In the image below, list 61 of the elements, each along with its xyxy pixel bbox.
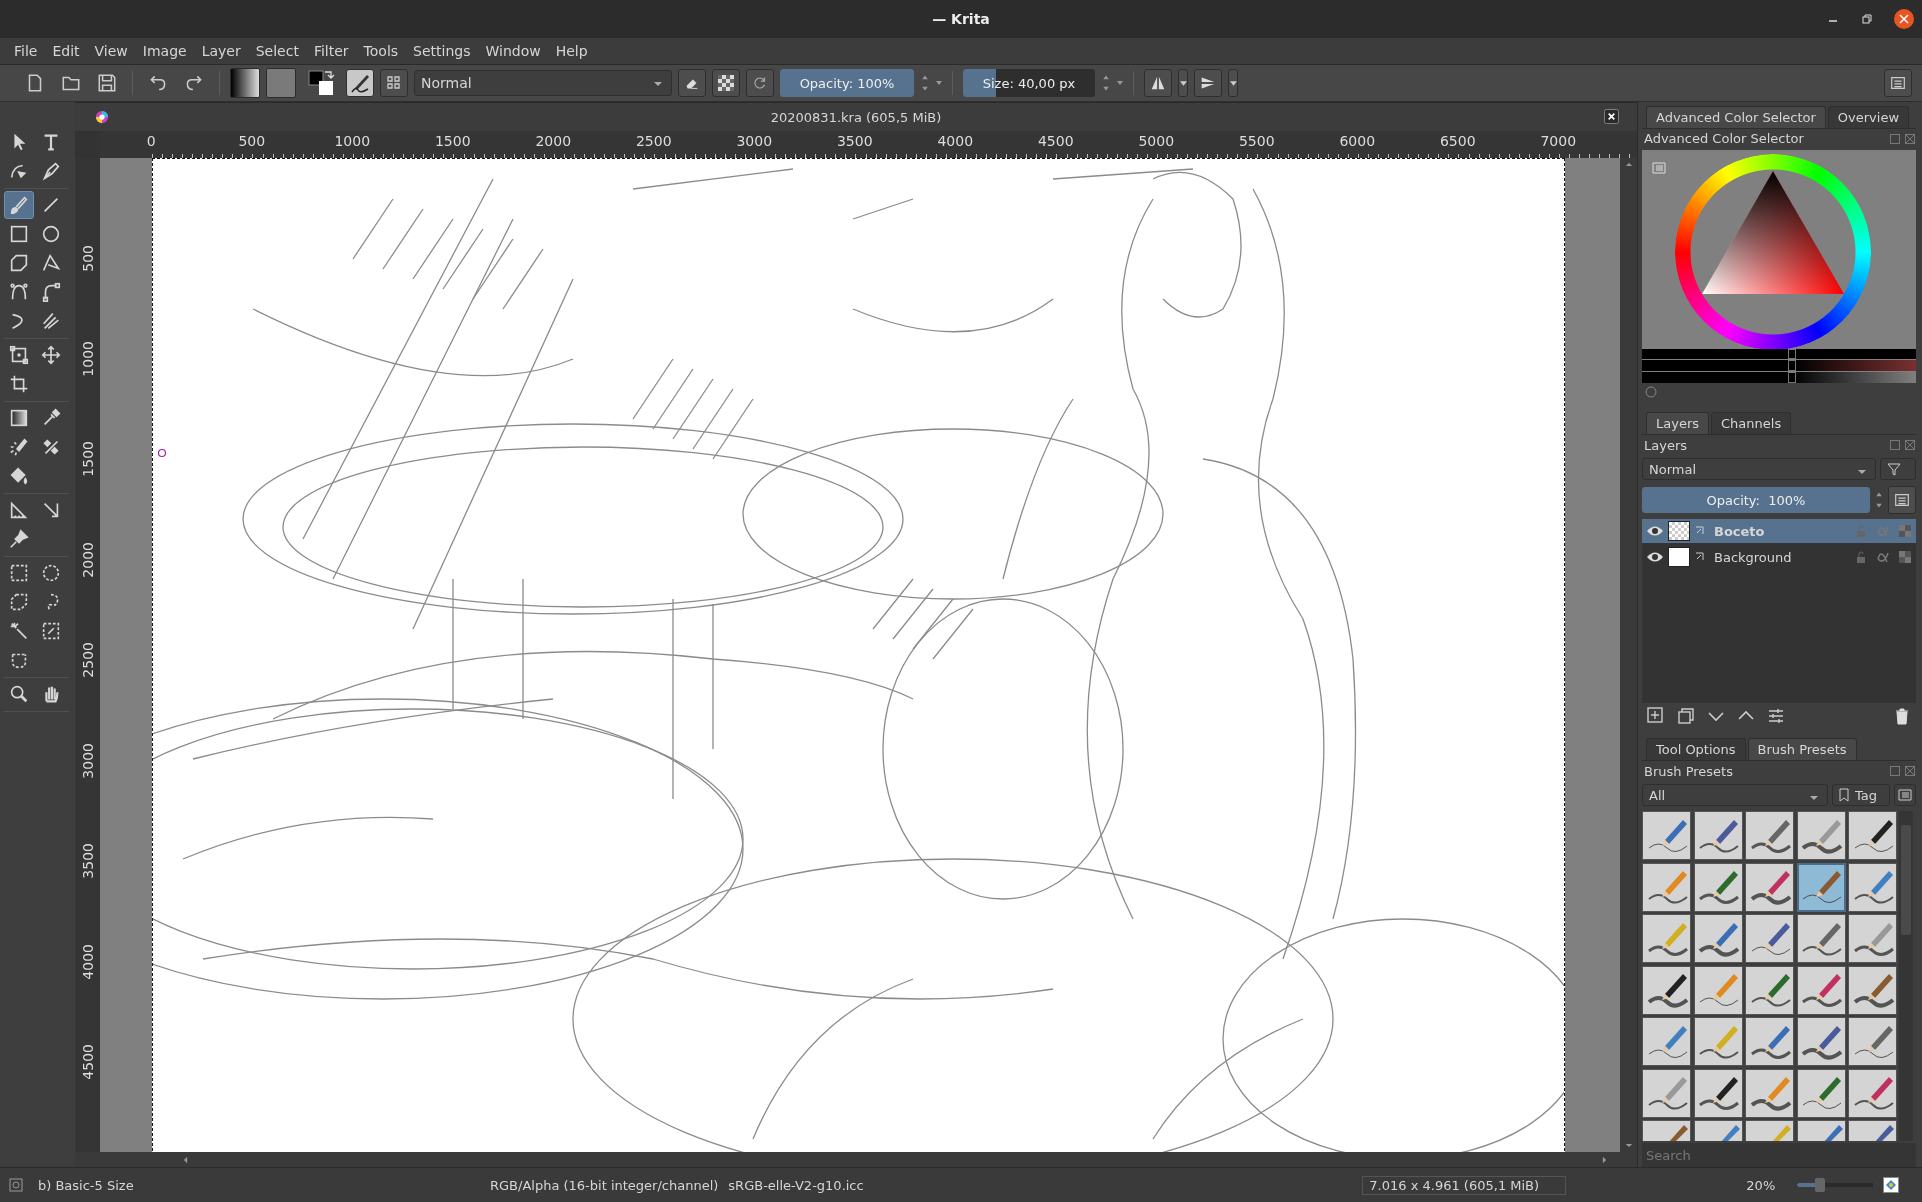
docker-title: Layers: [1644, 437, 1688, 453]
ruler-label: 4500: [1036, 132, 1075, 151]
ruler-label: 4000: [79, 943, 96, 980]
color-model: RGB/Alpha (16-bit integer/channel): [490, 1177, 719, 1193]
layer-name: Background: [1713, 549, 1792, 565]
ruler-label: 2000: [534, 132, 573, 151]
layer-row[interactable]: Background: [1642, 545, 1916, 570]
blend-mode-dropdown[interactable]: Normal: [414, 70, 672, 96]
docker-tab[interactable]: Channels: [1711, 412, 1792, 435]
menu-item[interactable]: Help: [549, 41, 594, 61]
zoom-level: 20%: [1746, 1177, 1776, 1193]
ruler-label: 1500: [433, 132, 472, 151]
ruler-label: 3000: [79, 742, 96, 779]
menu-item[interactable]: Filter: [307, 41, 355, 61]
search-field[interactable]: Search: [1642, 1143, 1916, 1167]
ruler-label: 6500: [1438, 132, 1477, 151]
docker-tab[interactable]: Layers: [1646, 412, 1710, 435]
docker-title: Advanced Color Selector: [1644, 131, 1804, 147]
docker-tab[interactable]: Advanced Color Selector: [1646, 105, 1826, 128]
layer-opacity-slider[interactable]: Opacity: 100%: [1642, 487, 1870, 514]
tag-button[interactable]: Tag: [1832, 784, 1890, 807]
menu-item[interactable]: Select: [249, 41, 305, 61]
ruler-label: 7000: [1539, 132, 1578, 151]
ruler-label: 3500: [835, 132, 874, 151]
document-title: 20200831.kra (605,5 MiB): [770, 109, 942, 125]
opacity-slider[interactable]: Opacity: 100%: [780, 69, 914, 97]
menu-item[interactable]: File: [8, 41, 44, 61]
layer-name: Boceto: [1713, 523, 1765, 539]
menu-item[interactable]: Edit: [46, 41, 86, 61]
ruler-label: 1500: [79, 441, 96, 478]
image-size: 7.016 x 4.961 (605,1 MiB): [1362, 1175, 1567, 1195]
ruler-label: 0: [145, 132, 157, 151]
docker-tab[interactable]: Brush Presets: [1747, 738, 1857, 761]
menu-item[interactable]: View: [88, 41, 134, 61]
docker-tab[interactable]: Overview: [1827, 105, 1910, 128]
size-slider[interactable]: Size: 40,00 px: [963, 69, 1095, 97]
ruler-label: 4500: [79, 1044, 96, 1081]
ruler-label: 1000: [333, 132, 372, 151]
menu-item[interactable]: Tools: [357, 41, 405, 61]
blend-mode-dropdown[interactable]: Normal: [1642, 458, 1876, 481]
ruler-label: 4000: [936, 132, 975, 151]
tag-filter-dropdown[interactable]: All: [1642, 784, 1828, 807]
ruler-label: 2500: [634, 132, 673, 151]
ruler-label: 6000: [1338, 132, 1377, 151]
ruler-label: 2000: [79, 541, 96, 578]
brush-name: b) Basic-5 Size: [38, 1177, 135, 1193]
docker-tab[interactable]: Tool Options: [1646, 738, 1746, 761]
menu-item[interactable]: Layer: [195, 41, 247, 61]
ruler-label: 5000: [1137, 132, 1176, 151]
ruler-label: 3500: [79, 843, 96, 880]
ruler-label: 500: [79, 244, 96, 272]
ruler-label: 5500: [1237, 132, 1276, 151]
ruler-label: 2500: [79, 642, 96, 679]
menu-item[interactable]: Settings: [407, 41, 477, 61]
ruler-label: 1000: [79, 340, 96, 377]
menu-item[interactable]: Window: [479, 41, 547, 61]
menu-item[interactable]: Image: [136, 41, 193, 61]
window-title: — Krita: [932, 11, 990, 27]
ruler-label: 3000: [735, 132, 774, 151]
docker-title: Brush Presets: [1644, 763, 1733, 779]
ruler-label: 500: [237, 132, 267, 151]
